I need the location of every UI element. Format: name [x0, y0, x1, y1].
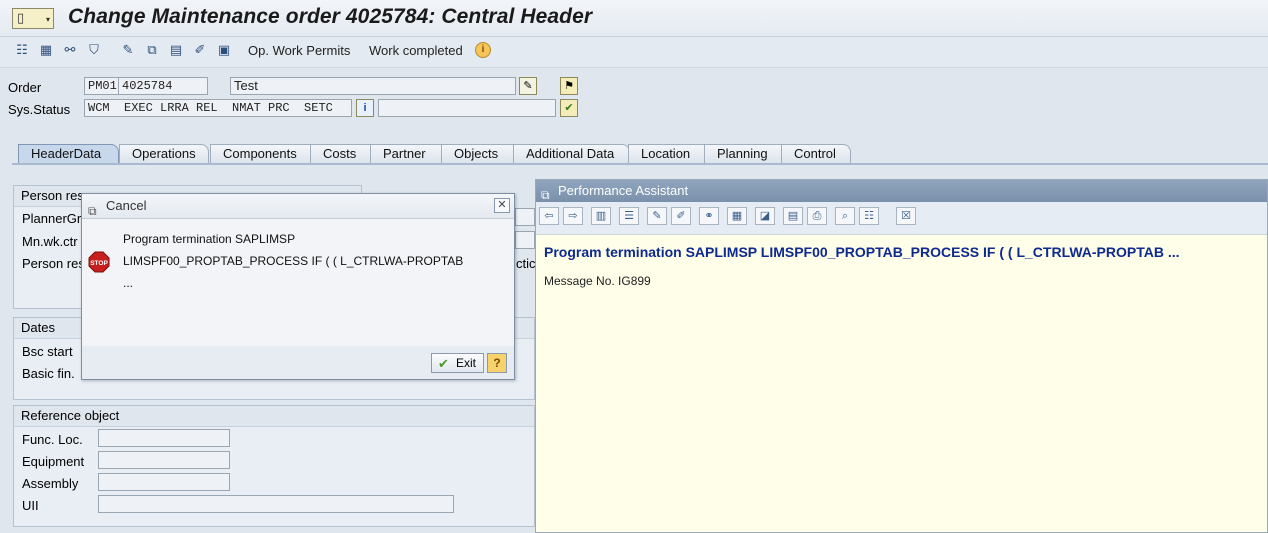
copy-icon[interactable]: ⧉: [144, 42, 160, 58]
system-menu-button[interactable]: ▯ ▾: [12, 8, 54, 29]
uii-label: UII: [22, 498, 39, 513]
performance-assistant-panel: ⧉ Performance Assistant ⇦ ⇨ ▥ ☰ ✎ ✐ ⚭ ▦ …: [535, 179, 1268, 533]
exit-button[interactable]: ✔ Exit: [431, 353, 484, 373]
equipment-label: Equipment: [22, 454, 85, 469]
print-icon[interactable]: ⎙: [807, 207, 827, 225]
order-label: Order: [8, 80, 42, 95]
link-icon[interactable]: ⚭: [699, 207, 719, 225]
flag-icon[interactable]: ◪: [755, 207, 775, 225]
tab-partner[interactable]: Partner: [370, 144, 451, 163]
status-info-icon[interactable]: i: [356, 99, 374, 117]
long-text-icon[interactable]: ✎: [519, 77, 537, 95]
pencil-icon[interactable]: ✐: [671, 207, 691, 225]
svg-text:STOP: STOP: [90, 260, 108, 267]
op-work-permits-button[interactable]: Op. Work Permits: [248, 43, 350, 58]
func-loc-field[interactable]: [98, 429, 230, 447]
message-number: Message No. IG899: [544, 274, 651, 288]
chevron-down-icon: ▾: [45, 15, 50, 24]
dialog-message-line-3: ...: [123, 276, 134, 290]
main-work-center-label: Mn.wk.ctr: [22, 234, 78, 249]
dialog-message-line-2: LIMSPF00_PROPTAB_PROCESS IF ( ( L_CTRLWA…: [123, 254, 464, 268]
order-number-field[interactable]: 4025784: [118, 77, 208, 95]
work-center-field-tail[interactable]: [515, 231, 535, 249]
hierarchy-icon[interactable]: ⚯: [62, 42, 78, 58]
edit-icon[interactable]: ✎: [647, 207, 667, 225]
tools-icon[interactable]: ✎: [120, 42, 136, 58]
clipboard-icon[interactable]: ▣: [216, 42, 232, 58]
order-description-field[interactable]: Test: [230, 77, 516, 95]
tab-components[interactable]: Components: [210, 144, 319, 163]
group-title: Reference object: [14, 406, 534, 427]
func-loc-label: Func. Loc.: [22, 432, 83, 447]
user-status-field[interactable]: [378, 99, 556, 117]
performance-assistant-title: ⧉ Performance Assistant: [536, 180, 1267, 202]
truncated-label: ctic: [516, 256, 536, 271]
structure-icon[interactable]: ☰: [619, 207, 639, 225]
uii-field[interactable]: [98, 495, 454, 513]
planner-group-field-tail[interactable]: [515, 208, 535, 226]
window-icon: ⧉: [88, 204, 97, 218]
tab-headerdata[interactable]: HeaderData: [18, 144, 119, 165]
performance-assistant-toolbar: ⇦ ⇨ ▥ ☰ ✎ ✐ ⚭ ▦ ◪ ▤ ⎙ ⌕ ☷ ☒: [536, 202, 1267, 235]
title-bar: ▯ ▾ Change Maintenance order 4025784: Ce…: [0, 0, 1268, 37]
work-completed-button[interactable]: Work completed: [369, 43, 463, 58]
performance-assistant-message: Program termination SAPLIMSP LIMSPF00_PR…: [544, 244, 1180, 260]
sys-status-label: Sys.Status: [8, 102, 71, 117]
cancel-dialog: ⧉ Cancel ✕ STOP Program termination SAPL…: [81, 193, 515, 380]
close-panel-icon[interactable]: ☒: [896, 207, 916, 225]
tab-divider: [12, 163, 1268, 165]
tab-objects[interactable]: Objects: [441, 144, 523, 163]
assembly-label: Assembly: [22, 476, 79, 491]
list-icon[interactable]: ☷: [859, 207, 879, 225]
window-title: Change Maintenance order 4025784: Centra…: [68, 5, 593, 28]
tab-location[interactable]: Location: [628, 144, 716, 163]
tab-planning[interactable]: Planning: [704, 144, 791, 163]
dialog-message-line-1: Program termination SAPLIMSP: [123, 232, 296, 246]
back-arrow-icon[interactable]: ⇦: [539, 207, 559, 225]
info-icon[interactable]: i: [475, 42, 491, 58]
tab-control[interactable]: Control: [781, 144, 851, 163]
display-icon[interactable]: ☷: [14, 42, 30, 58]
order-type-field[interactable]: PM01: [84, 77, 119, 95]
note-icon[interactable]: ▤: [783, 207, 803, 225]
equipment-field[interactable]: [98, 451, 230, 469]
person-responsible-label: Person res: [22, 256, 85, 271]
checkmark-icon: ✔: [438, 356, 449, 371]
assembly-field[interactable]: [98, 473, 230, 491]
edit-pen-icon[interactable]: ✐: [192, 42, 208, 58]
filter-icon[interactable]: ⛉: [86, 42, 102, 58]
document-icon[interactable]: ▤: [168, 42, 184, 58]
sys-status-field: WCM EXEC LRRA REL NMAT PRC SETC: [84, 99, 352, 117]
calculator-icon[interactable]: ▦: [38, 42, 54, 58]
forward-arrow-icon[interactable]: ⇨: [563, 207, 583, 225]
tab-additional-data[interactable]: Additional Data: [513, 144, 630, 163]
reference-object-group: Reference object Func. Loc. Equipment As…: [13, 405, 535, 527]
check-edit-icon[interactable]: ✔: [560, 99, 578, 117]
basic-finish-label: Basic fin.: [22, 366, 75, 381]
close-icon[interactable]: ✕: [494, 198, 510, 213]
find-icon[interactable]: ⌕: [835, 207, 855, 225]
basic-start-label: Bsc start: [22, 344, 73, 359]
planner-group-label: PlannerGrp: [22, 211, 89, 226]
dialog-title-bar: ⧉ Cancel: [82, 194, 514, 219]
clip-icon: ▯: [17, 10, 25, 25]
layout-icon[interactable]: ▦: [727, 207, 747, 225]
tab-operations[interactable]: Operations: [119, 144, 209, 163]
book-icon[interactable]: ▥: [591, 207, 611, 225]
dialog-title: Cancel: [106, 198, 147, 213]
application-toolbar: ☷ ▦ ⚯ ⛉ ✎ ⧉ ▤ ✐ ▣ Op. Work Permits Work …: [0, 37, 1268, 68]
help-icon[interactable]: ?: [487, 353, 507, 373]
tag-icon[interactable]: ⚑: [560, 77, 578, 95]
stop-icon: STOP: [88, 251, 110, 273]
